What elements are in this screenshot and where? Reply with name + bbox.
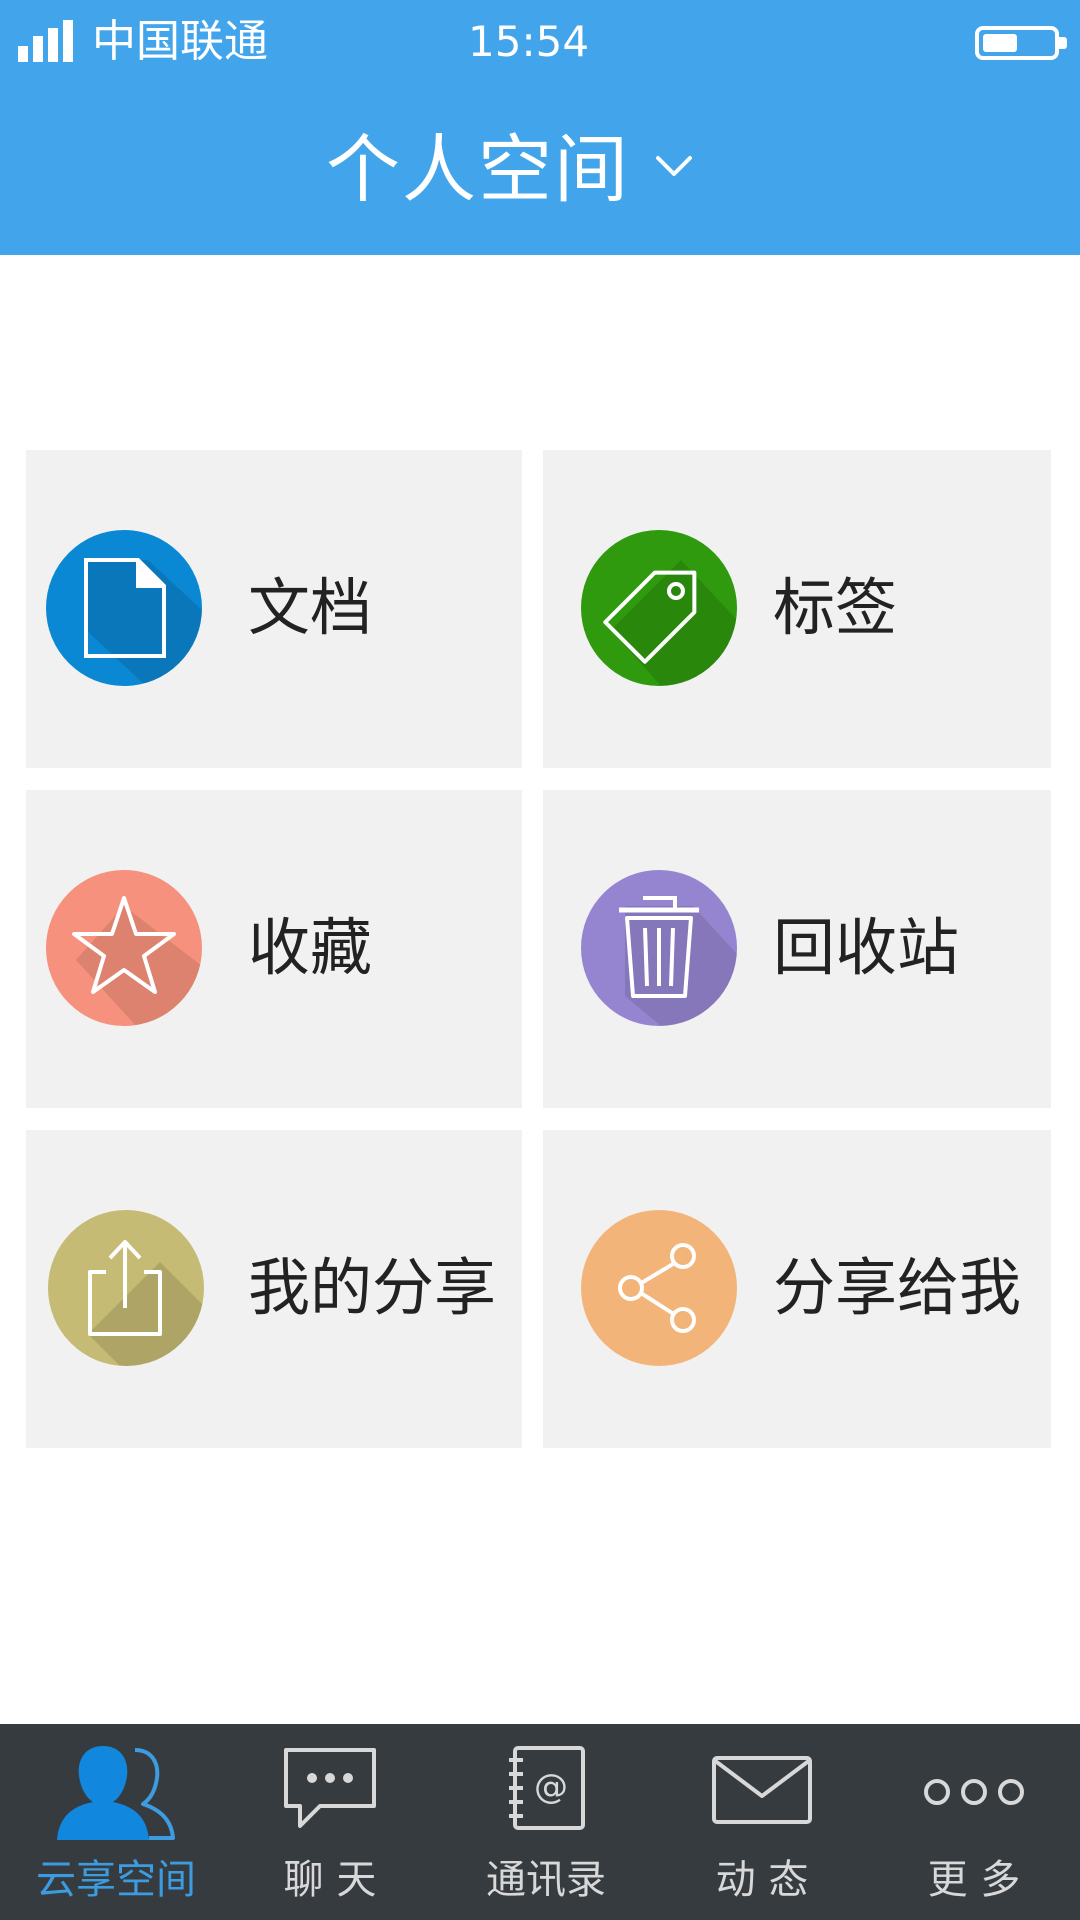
chevron-down-icon[interactable] bbox=[652, 150, 696, 180]
tile-documents[interactable]: 文档 bbox=[26, 450, 522, 768]
address-book-icon: @ bbox=[509, 1746, 585, 1830]
tile-favorites[interactable]: 收藏 bbox=[26, 790, 522, 1108]
battery-icon bbox=[975, 26, 1067, 60]
tile-label: 文档 bbox=[248, 571, 373, 644]
page-title[interactable]: 个人空间 bbox=[326, 120, 630, 220]
tile-label: 回收站 bbox=[773, 911, 960, 984]
tile-my-shares[interactable]: 我的分享 bbox=[26, 1130, 522, 1448]
svg-text:@: @ bbox=[534, 1767, 568, 1807]
chat-bubble-icon bbox=[284, 1748, 376, 1828]
share-out-icon bbox=[48, 1210, 204, 1366]
status-time: 15:54 bbox=[468, 17, 590, 66]
tab-cloud-space[interactable]: 云享空间 bbox=[8, 1724, 224, 1920]
space-switcher[interactable]: 个人空间 bbox=[0, 120, 1080, 220]
star-icon bbox=[46, 870, 202, 1026]
tab-label: 更 多 bbox=[927, 1857, 1021, 1903]
status-bar: 中国联通 15:54 bbox=[0, 0, 1080, 90]
share-nodes-icon bbox=[581, 1210, 737, 1366]
tab-label: 云享空间 bbox=[36, 1857, 196, 1903]
tab-label: 通讯录 bbox=[486, 1857, 606, 1903]
app-header: 中国联通 15:54 个人空间 bbox=[0, 0, 1080, 255]
tile-label: 分享给我 bbox=[773, 1251, 1022, 1324]
document-icon bbox=[46, 530, 202, 686]
more-dots-icon bbox=[924, 1779, 1024, 1805]
bottom-tab-bar: 云享空间 聊 天 @ 通讯录 动 态 更 多 bbox=[0, 1724, 1080, 1920]
tile-label: 标签 bbox=[773, 571, 898, 644]
envelope-icon bbox=[712, 1756, 812, 1824]
tag-icon bbox=[581, 530, 737, 686]
tab-label: 聊 天 bbox=[283, 1857, 377, 1903]
tab-contacts[interactable]: @ 通讯录 bbox=[438, 1724, 654, 1920]
carrier-name: 中国联通 bbox=[92, 16, 268, 67]
tab-chat[interactable]: 聊 天 bbox=[222, 1724, 438, 1920]
tile-shared-with-me[interactable]: 分享给我 bbox=[543, 1130, 1051, 1448]
tab-more[interactable]: 更 多 bbox=[866, 1724, 1080, 1920]
tile-tags[interactable]: 标签 bbox=[543, 450, 1051, 768]
tab-activity[interactable]: 动 态 bbox=[654, 1724, 870, 1920]
users-icon bbox=[57, 1746, 175, 1840]
tile-recycle-bin[interactable]: 回收站 bbox=[543, 790, 1051, 1108]
signal-bars-icon bbox=[18, 20, 74, 62]
tab-label: 动 态 bbox=[715, 1857, 809, 1903]
trash-icon bbox=[581, 870, 737, 1026]
tile-label: 收藏 bbox=[248, 911, 373, 984]
tile-label: 我的分享 bbox=[248, 1251, 497, 1324]
